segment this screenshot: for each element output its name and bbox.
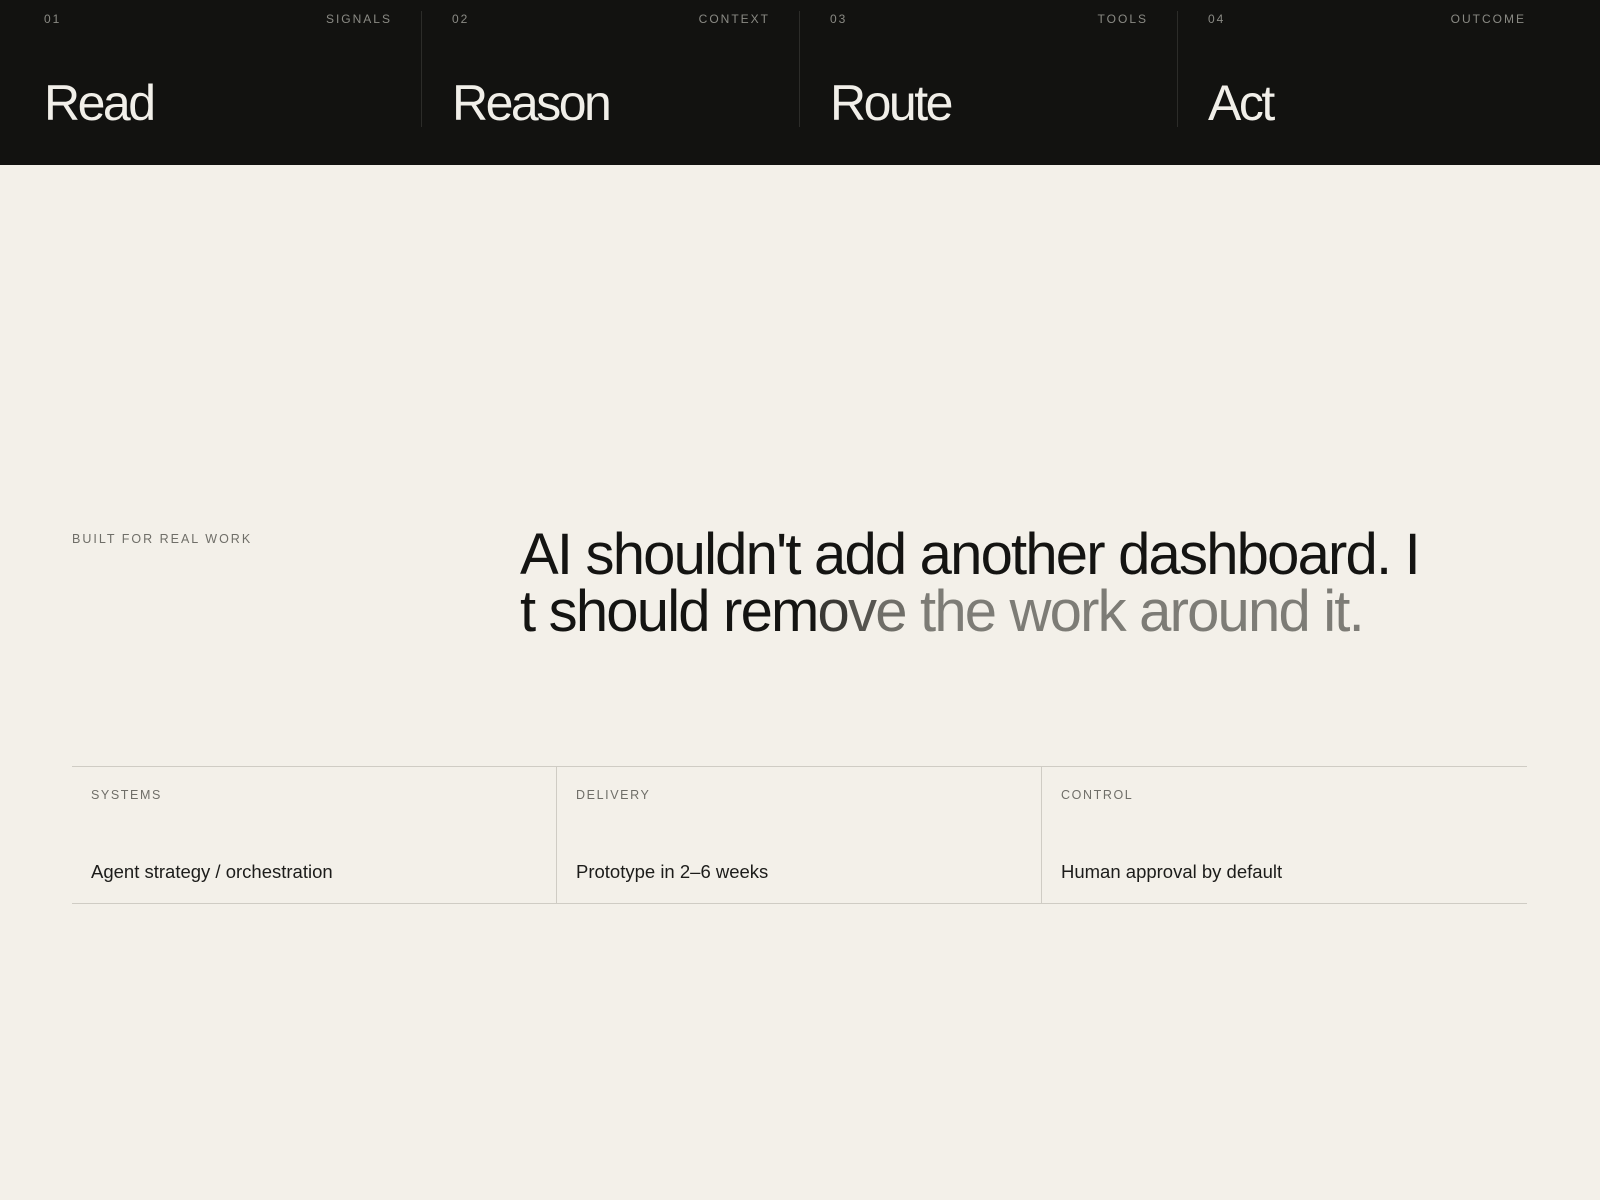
feature-label: DELIVERY <box>576 788 651 802</box>
feature-control: CONTROL Human approval by default <box>1041 767 1528 903</box>
step-act: 04 OUTCOME Act <box>1208 0 1526 165</box>
step-title: Read <box>44 75 156 131</box>
step-number: 04 <box>1208 12 1226 26</box>
headline-dark-text: t should rem <box>520 579 819 644</box>
step-tag: OUTCOME <box>1450 12 1526 26</box>
section-headline: AI shouldn't add another dashboard. I t … <box>520 522 1530 641</box>
section-eyebrow: BUILT FOR REAL WORK <box>72 532 253 546</box>
step-divider <box>1177 11 1178 127</box>
step-route: 03 TOOLS Route <box>830 0 1148 165</box>
step-divider <box>799 11 800 127</box>
headline-line-2: t should remove the work around it. <box>520 583 1530 641</box>
process-steps-bar: 01 SIGNALS Read 02 CONTEXT Reason 03 TOO… <box>0 0 1600 165</box>
feature-label: CONTROL <box>1061 788 1134 802</box>
headline-muted-text: the work around it. <box>920 579 1365 644</box>
step-reason: 02 CONTEXT Reason <box>452 0 770 165</box>
feature-grid: SYSTEMS Agent strategy / orchestration D… <box>72 766 1527 904</box>
step-title: Reason <box>452 75 612 131</box>
feature-label: SYSTEMS <box>91 788 162 802</box>
step-tag: TOOLS <box>1097 12 1148 26</box>
step-read: 01 SIGNALS Read <box>44 0 392 165</box>
headline-fade-text: e <box>875 579 920 644</box>
step-tag: SIGNALS <box>325 12 392 26</box>
headline-fade-text: v <box>848 579 877 644</box>
step-number: 02 <box>452 12 470 26</box>
feature-value: Human approval by default <box>1061 861 1283 882</box>
step-tag: CONTEXT <box>698 12 770 26</box>
headline-fade-text: o <box>817 579 850 644</box>
step-title: Act <box>1208 75 1275 131</box>
feature-value: Agent strategy / orchestration <box>91 861 333 882</box>
step-number: 03 <box>830 12 848 26</box>
feature-value: Prototype in 2–6 weeks <box>576 861 769 882</box>
feature-delivery: DELIVERY Prototype in 2–6 weeks <box>556 767 1042 903</box>
step-divider <box>421 11 422 127</box>
step-title: Route <box>830 75 953 131</box>
headline-line-1: AI shouldn't add another dashboard. I <box>520 522 1421 587</box>
feature-systems: SYSTEMS Agent strategy / orchestration <box>72 767 556 903</box>
step-number: 01 <box>44 12 62 26</box>
